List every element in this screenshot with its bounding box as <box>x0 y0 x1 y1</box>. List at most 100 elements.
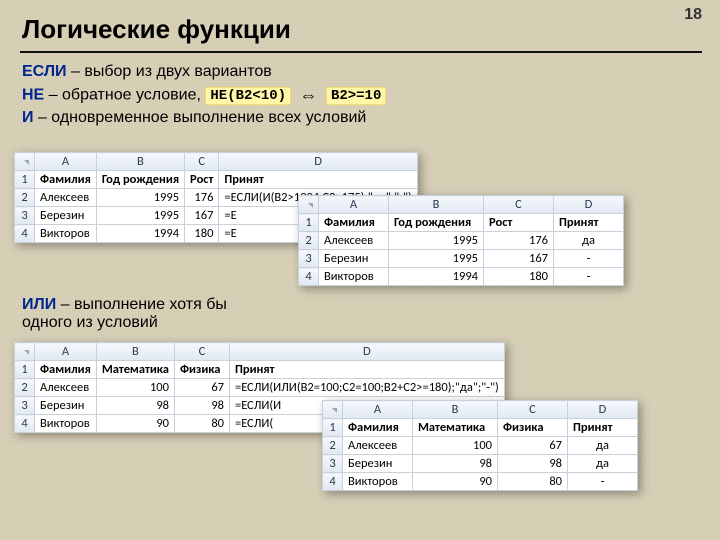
row-2: 2 <box>15 379 35 397</box>
cell: Принят <box>229 361 504 379</box>
cell: 100 <box>413 437 498 455</box>
kw-ne: НЕ <box>22 86 44 103</box>
cell: 67 <box>174 379 229 397</box>
corner <box>323 401 343 419</box>
cell: Алексеев <box>35 379 97 397</box>
cell: 1994 <box>96 225 184 243</box>
row-2: 2 <box>323 437 343 455</box>
intro-text: ЕСЛИ – выбор из двух вариантов НЕ – обра… <box>0 61 720 128</box>
cell: 180 <box>484 268 554 286</box>
cell: 180 <box>185 225 219 243</box>
cell: Березин <box>319 250 389 268</box>
cell: Математика <box>413 419 498 437</box>
cell: 80 <box>498 473 568 491</box>
row-1: 1 <box>15 171 35 189</box>
cell: Викторов <box>343 473 413 491</box>
cell: Рост <box>484 214 554 232</box>
col-B: B <box>389 196 484 214</box>
row-3: 3 <box>299 250 319 268</box>
kw-i: И <box>22 109 34 126</box>
kw-esli: ЕСЛИ <box>22 63 67 80</box>
cell: - <box>568 473 638 491</box>
cell: 100 <box>96 379 174 397</box>
cell: Год рождения <box>389 214 484 232</box>
cell: 1994 <box>389 268 484 286</box>
col-A: A <box>319 196 389 214</box>
cell: - <box>554 268 624 286</box>
cell: 90 <box>413 473 498 491</box>
cell: Викторов <box>319 268 389 286</box>
page-title: Логические функции <box>0 0 720 49</box>
corner <box>299 196 319 214</box>
col-B: B <box>96 343 174 361</box>
cell: 1995 <box>96 189 184 207</box>
cell: 167 <box>185 207 219 225</box>
ili-block: ИЛИ – выполнение хотя бы одного из услов… <box>22 296 227 332</box>
row-2: 2 <box>299 232 319 250</box>
line1-rest: – выбор из двух вариантов <box>67 63 272 80</box>
cell: 80 <box>174 415 229 433</box>
code-ne: НЕ(B2<10) <box>205 87 291 105</box>
cell: Березин <box>343 455 413 473</box>
table-ili-result: A B C D 1 Фамилия Математика Физика Прин… <box>322 400 638 491</box>
line3-rest: – одновременное выполнение всех условий <box>34 109 367 126</box>
row-3: 3 <box>15 397 35 415</box>
row-1: 1 <box>323 419 343 437</box>
cell: 167 <box>484 250 554 268</box>
row-2: 2 <box>15 189 35 207</box>
row-1: 1 <box>15 361 35 379</box>
cell: 1995 <box>389 250 484 268</box>
col-B: B <box>413 401 498 419</box>
col-C: C <box>484 196 554 214</box>
cell: 1995 <box>96 207 184 225</box>
col-D: D <box>568 401 638 419</box>
cell: Рост <box>185 171 219 189</box>
cell: 176 <box>185 189 219 207</box>
row-4: 4 <box>15 225 35 243</box>
cell: Фамилия <box>343 419 413 437</box>
cell: Год рождения <box>96 171 184 189</box>
cell: да <box>568 437 638 455</box>
col-A: A <box>35 343 97 361</box>
col-C: C <box>174 343 229 361</box>
iff-arrow: ⇔ <box>295 85 321 105</box>
line2-rest: – обратное условие, <box>44 86 205 103</box>
corner <box>15 153 35 171</box>
page-number: 18 <box>684 6 702 24</box>
cell: Физика <box>174 361 229 379</box>
cell: 98 <box>413 455 498 473</box>
cell: - <box>554 250 624 268</box>
ili-rest1: – выполнение хотя бы <box>56 296 227 313</box>
cell: 176 <box>484 232 554 250</box>
table-i-result: A B C D 1 Фамилия Год рождения Рост Прин… <box>298 195 624 286</box>
cell: 1995 <box>389 232 484 250</box>
cell: Викторов <box>35 225 97 243</box>
cell: Фамилия <box>319 214 389 232</box>
cell: 98 <box>96 397 174 415</box>
cell: Алексеев <box>35 189 97 207</box>
cell: Принят <box>554 214 624 232</box>
cell: 98 <box>174 397 229 415</box>
title-rule <box>20 51 702 53</box>
cell: Принят <box>219 171 417 189</box>
col-A: A <box>35 153 97 171</box>
code-b2: B2>=10 <box>326 87 386 105</box>
col-C: C <box>185 153 219 171</box>
row-4: 4 <box>323 473 343 491</box>
col-A: A <box>343 401 413 419</box>
row-1: 1 <box>299 214 319 232</box>
col-D: D <box>554 196 624 214</box>
cell: Березин <box>35 397 97 415</box>
cell: да <box>568 455 638 473</box>
row-3: 3 <box>323 455 343 473</box>
cell: 90 <box>96 415 174 433</box>
corner <box>15 343 35 361</box>
col-B: B <box>96 153 184 171</box>
cell: да <box>554 232 624 250</box>
row-4: 4 <box>15 415 35 433</box>
ili-rest2: одного из условий <box>22 314 227 332</box>
kw-ili: ИЛИ <box>22 296 56 313</box>
col-D: D <box>219 153 417 171</box>
cell: 67 <box>498 437 568 455</box>
row-3: 3 <box>15 207 35 225</box>
